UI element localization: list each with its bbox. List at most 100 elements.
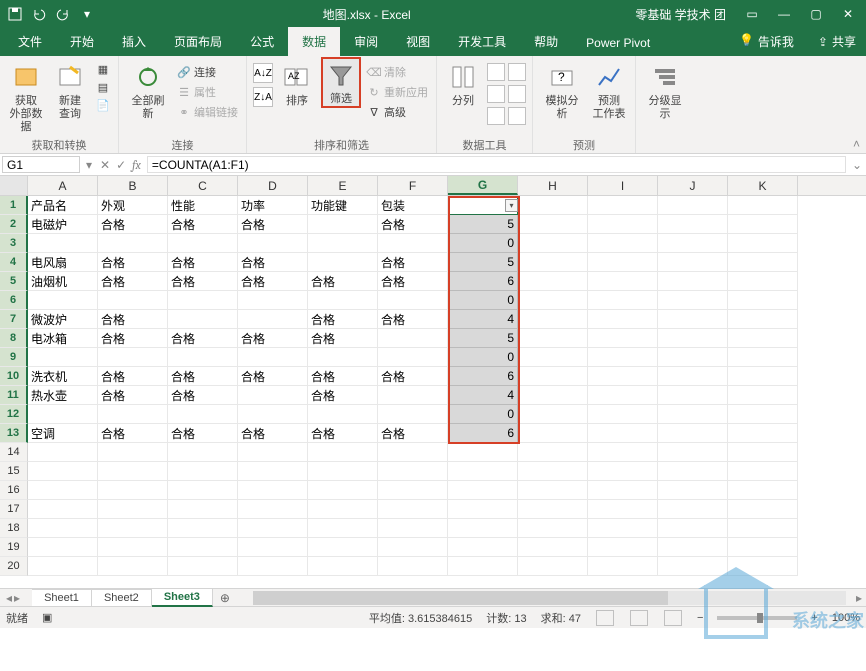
cell[interactable] <box>168 557 238 576</box>
cell[interactable] <box>238 405 308 424</box>
cell[interactable] <box>308 405 378 424</box>
cell[interactable] <box>658 443 728 462</box>
sort-za-button[interactable]: Z↓A <box>253 87 273 107</box>
cell[interactable] <box>168 462 238 481</box>
cell[interactable]: 油烟机 <box>28 272 98 291</box>
row-header[interactable]: 10 <box>0 367 28 386</box>
cell[interactable] <box>98 234 168 253</box>
row-header[interactable]: 4 <box>0 253 28 272</box>
cell[interactable]: 合格 <box>168 367 238 386</box>
sheet-tab-2[interactable]: Sheet2 <box>92 589 152 606</box>
cell[interactable] <box>518 443 588 462</box>
row-header[interactable]: 3 <box>0 234 28 253</box>
cell[interactable] <box>378 443 448 462</box>
cell[interactable]: 合格 <box>168 253 238 272</box>
cell[interactable] <box>658 462 728 481</box>
cell[interactable] <box>28 557 98 576</box>
cell[interactable] <box>238 481 308 500</box>
cell[interactable] <box>588 424 658 443</box>
cell[interactable] <box>728 557 798 576</box>
cell[interactable] <box>728 405 798 424</box>
cell[interactable] <box>28 234 98 253</box>
collapse-ribbon-icon[interactable]: ˄ <box>853 137 860 151</box>
cell[interactable]: 合格 <box>308 386 378 405</box>
cell[interactable]: 合格 <box>308 367 378 386</box>
cell[interactable] <box>588 291 658 310</box>
cell[interactable] <box>378 329 448 348</box>
cell[interactable] <box>378 481 448 500</box>
cell[interactable] <box>658 329 728 348</box>
cell[interactable] <box>518 538 588 557</box>
sheet-nav-prev-icon[interactable]: ◂ <box>6 591 12 605</box>
cell[interactable] <box>98 538 168 557</box>
what-if-button[interactable]: ? 模拟分析 <box>539 59 585 123</box>
cell[interactable]: 0 <box>448 234 518 253</box>
cell[interactable] <box>378 500 448 519</box>
cell[interactable]: 合格 <box>98 272 168 291</box>
cell[interactable] <box>98 557 168 576</box>
cell[interactable] <box>518 405 588 424</box>
cell[interactable] <box>308 519 378 538</box>
cell[interactable]: 合格 <box>378 272 448 291</box>
cell[interactable] <box>588 234 658 253</box>
cell[interactable]: 性能 <box>168 196 238 215</box>
cell[interactable] <box>588 481 658 500</box>
cell[interactable] <box>728 500 798 519</box>
cell[interactable] <box>728 443 798 462</box>
cell[interactable] <box>658 310 728 329</box>
cell[interactable] <box>658 519 728 538</box>
cell[interactable] <box>658 234 728 253</box>
cell[interactable] <box>658 405 728 424</box>
row-header[interactable]: 2 <box>0 215 28 234</box>
cell[interactable] <box>658 272 728 291</box>
cell[interactable] <box>588 462 658 481</box>
column-header-g[interactable]: G <box>448 176 518 195</box>
remove-duplicates-button[interactable] <box>508 63 526 81</box>
cell[interactable] <box>168 538 238 557</box>
cell[interactable]: 合格 <box>98 386 168 405</box>
cell[interactable] <box>588 443 658 462</box>
cell[interactable] <box>448 462 518 481</box>
row-header[interactable]: 14 <box>0 443 28 462</box>
cell[interactable] <box>308 234 378 253</box>
cell[interactable] <box>448 500 518 519</box>
row-header[interactable]: 9 <box>0 348 28 367</box>
cell[interactable] <box>658 291 728 310</box>
zoom-thumb[interactable] <box>757 613 763 623</box>
sheet-tab-1[interactable]: Sheet1 <box>32 589 92 606</box>
cell[interactable] <box>588 215 658 234</box>
cell[interactable] <box>28 519 98 538</box>
flash-fill-button[interactable] <box>487 63 505 81</box>
cell[interactable]: 合格 <box>378 310 448 329</box>
select-all-corner[interactable] <box>0 176 28 195</box>
text-to-columns-button[interactable]: 分列 <box>443 59 483 110</box>
row-header[interactable]: 7 <box>0 310 28 329</box>
sheet-tab-3[interactable]: Sheet3 <box>152 588 213 607</box>
cell[interactable] <box>588 196 658 215</box>
cell[interactable] <box>308 538 378 557</box>
cell[interactable]: 微波炉 <box>28 310 98 329</box>
tab-formulas[interactable]: 公式 <box>236 27 288 56</box>
cell[interactable] <box>658 500 728 519</box>
cell[interactable] <box>728 462 798 481</box>
cell[interactable] <box>168 519 238 538</box>
row-header[interactable]: 6 <box>0 291 28 310</box>
cell[interactable] <box>168 291 238 310</box>
tab-insert[interactable]: 插入 <box>108 27 160 56</box>
cell[interactable] <box>98 481 168 500</box>
get-external-data-button[interactable]: 获取 外部数据 <box>6 59 46 137</box>
maximize-icon[interactable]: ▢ <box>802 2 830 26</box>
row-header[interactable]: 19 <box>0 538 28 557</box>
cell[interactable]: 功率 <box>238 196 308 215</box>
cell[interactable] <box>448 443 518 462</box>
cell[interactable] <box>28 443 98 462</box>
cell[interactable] <box>98 443 168 462</box>
cell[interactable] <box>658 348 728 367</box>
cell[interactable] <box>98 348 168 367</box>
cell[interactable] <box>518 424 588 443</box>
cell[interactable] <box>238 557 308 576</box>
cell[interactable] <box>518 519 588 538</box>
cell[interactable] <box>28 481 98 500</box>
row-header[interactable]: 20 <box>0 557 28 576</box>
cell[interactable] <box>448 538 518 557</box>
